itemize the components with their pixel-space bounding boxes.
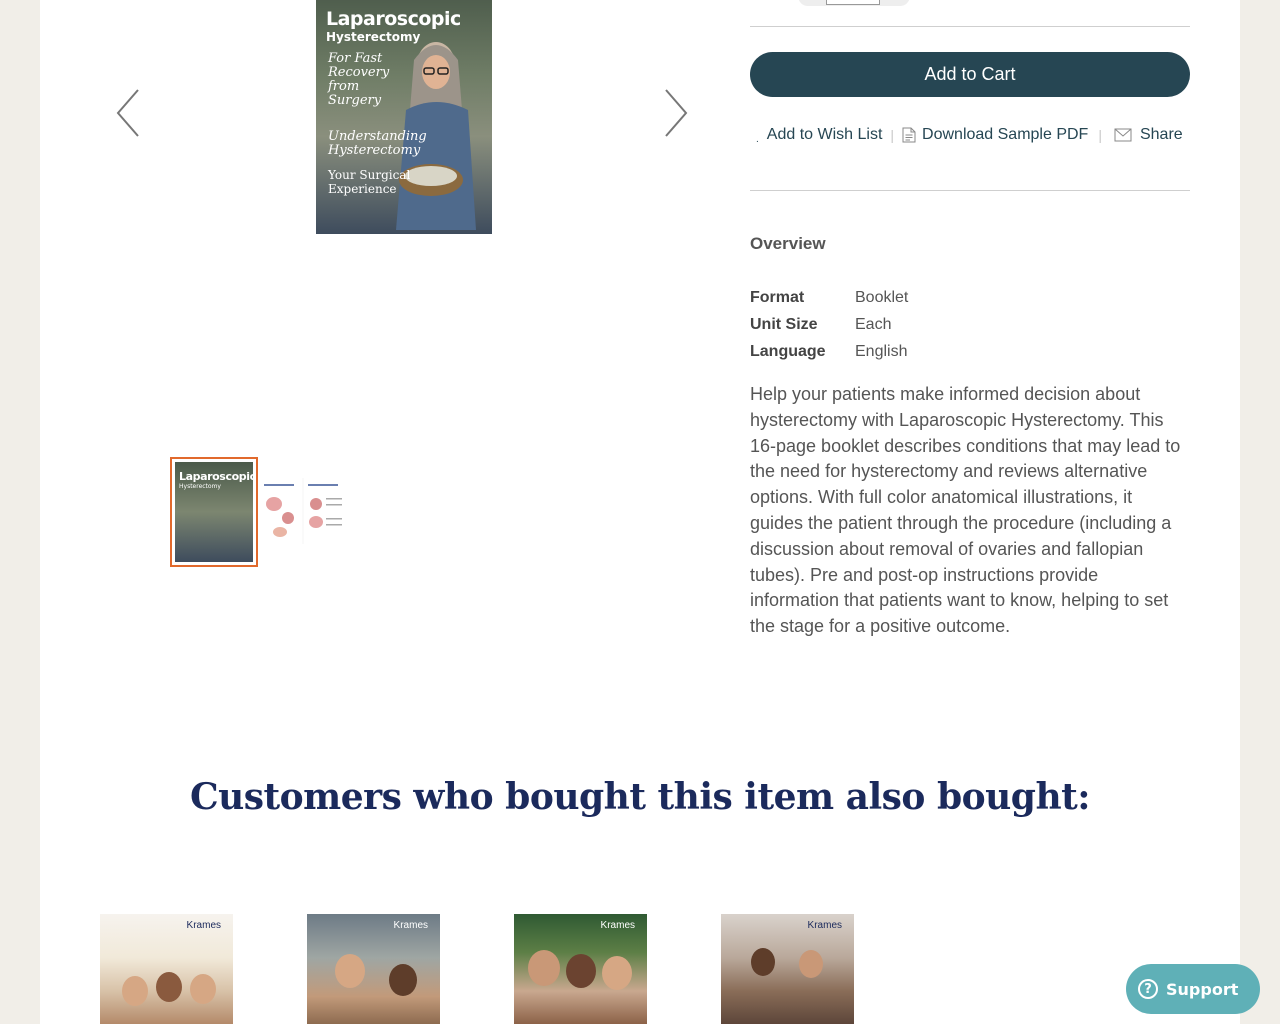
separator: | <box>890 127 895 143</box>
product-description: Help your patients make informed decisio… <box>750 384 1181 637</box>
photo-figure <box>566 954 596 988</box>
share-link[interactable]: Share <box>1114 126 1183 144</box>
photo-figure <box>335 954 365 988</box>
gallery-prev-button[interactable] <box>114 88 144 138</box>
photo-figure <box>190 974 216 1004</box>
divider <box>750 190 1190 191</box>
wishlist-icon: . <box>756 133 759 145</box>
add-to-cart-button[interactable]: Add to Cart <box>750 52 1190 97</box>
chevron-right-icon <box>665 89 688 137</box>
gallery-next-button[interactable] <box>660 88 690 138</box>
product-actions: . Add to Wish List | Download Sample PDF… <box>756 124 1183 146</box>
inside-pages-image <box>260 478 346 544</box>
page-container: Laparoscopic Hysterectomy For Fast Recov… <box>40 0 1240 1024</box>
thumbnail-cover-subtitle: Hysterectomy <box>179 483 221 490</box>
product-main-image[interactable]: Laparoscopic Hysterectomy For Fast Recov… <box>316 0 492 234</box>
spec-value: Booklet <box>855 288 909 306</box>
document-icon <box>902 127 916 143</box>
thumbnail-cover[interactable]: Laparoscopic Hysterectomy <box>170 457 258 567</box>
spec-row: Format Booklet <box>750 284 908 311</box>
spec-table: Format Booklet Unit Size Each Language E… <box>750 284 908 365</box>
envelope-icon <box>1114 128 1132 142</box>
photo-figure <box>799 950 823 978</box>
add-to-wishlist-label: Add to Wish List <box>766 126 883 143</box>
brand-logo: Krames <box>393 920 428 931</box>
cover-tagline: For Fast Recovery from Surgery <box>328 51 390 108</box>
quantity-input[interactable] <box>826 0 880 5</box>
download-sample-pdf-link[interactable]: Download Sample PDF <box>902 126 1088 144</box>
spec-key: Format <box>750 288 805 306</box>
divider <box>750 26 1190 27</box>
overview-heading: Overview <box>750 234 826 253</box>
brand-logo: Krames <box>807 920 842 931</box>
recommended-product[interactable]: Krames <box>307 914 440 1024</box>
share-label: Share <box>1139 126 1183 143</box>
support-label: Support <box>1166 979 1239 999</box>
cover-title: Laparoscopic <box>326 8 461 30</box>
photo-figure <box>751 948 775 976</box>
recommended-product[interactable]: Krames <box>100 914 233 1024</box>
recommended-product[interactable]: Krames <box>514 914 647 1024</box>
spec-key: Language <box>750 342 826 360</box>
spec-key: Unit Size <box>750 315 818 333</box>
cover-subtitle: Hysterectomy <box>326 30 421 44</box>
also-bought-heading: Customers who bought this item also boug… <box>189 776 1091 818</box>
thumbnail-cover-title: Laparoscopic <box>179 470 256 483</box>
photo-figure <box>156 972 182 1002</box>
spec-row: Unit Size Each <box>750 311 908 338</box>
download-sample-pdf-label: Download Sample PDF <box>922 126 1089 143</box>
photo-figure <box>602 956 632 990</box>
recommended-product[interactable]: Krames <box>721 914 854 1024</box>
spec-value: Each <box>855 315 892 333</box>
cover-line-understanding: Understanding Hysterectomy <box>328 129 427 158</box>
spec-value: English <box>855 342 908 360</box>
thumbnail-inside-pages[interactable] <box>260 478 346 544</box>
thumbnail-cover-image: Laparoscopic Hysterectomy <box>175 462 256 562</box>
spec-row: Language English <box>750 338 908 365</box>
cover-line-surgical: Your Surgical Experience <box>328 168 411 196</box>
photo-figure <box>528 950 560 986</box>
chevron-left-icon <box>116 89 139 137</box>
brand-logo: Krames <box>600 920 635 931</box>
photo-figure <box>389 964 417 996</box>
add-to-wishlist-link[interactable]: Add to Wish List <box>767 126 883 144</box>
photo-figure <box>122 976 148 1006</box>
separator: | <box>1098 127 1102 143</box>
help-icon: ? <box>1138 979 1158 999</box>
brand-logo: Krames <box>186 920 221 931</box>
support-button[interactable]: ? Support <box>1126 964 1260 1014</box>
